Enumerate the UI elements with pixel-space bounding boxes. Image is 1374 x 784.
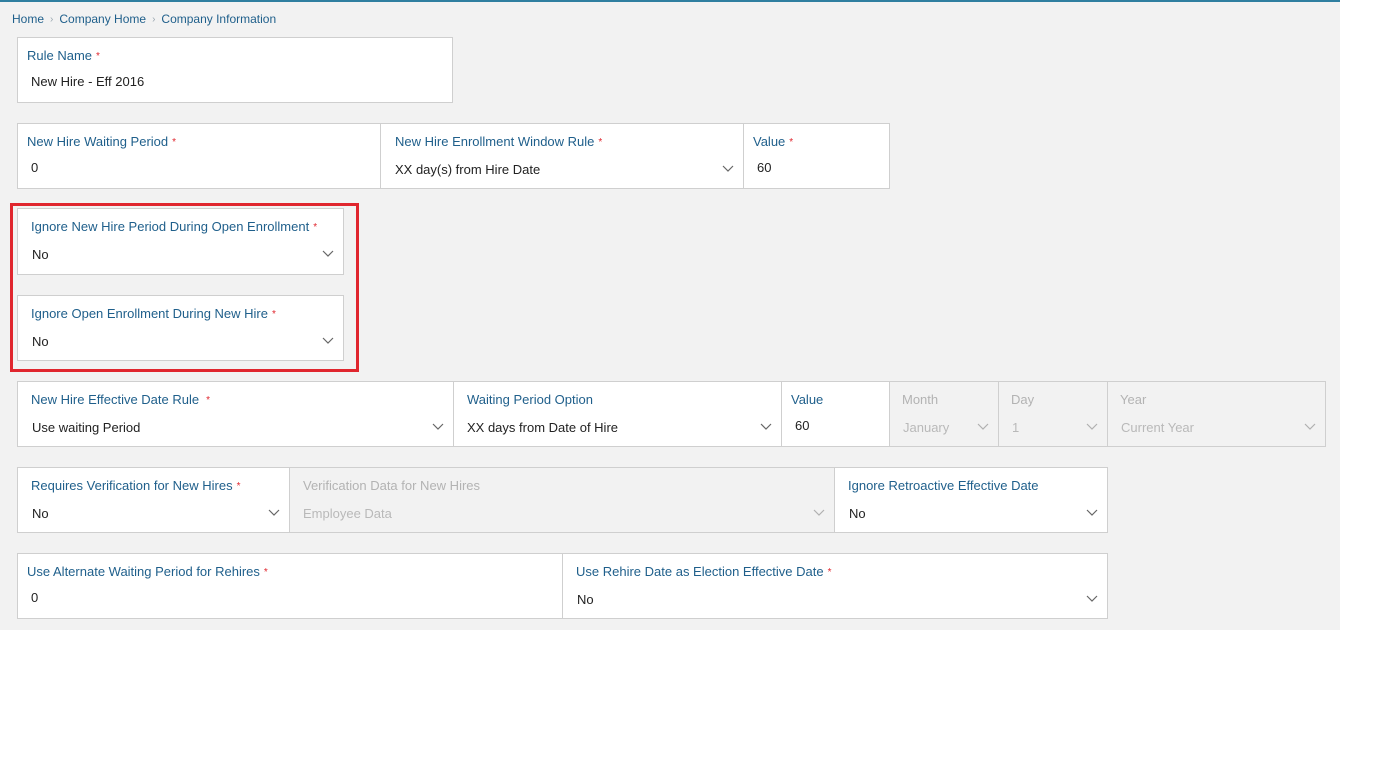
required-marker: * xyxy=(789,137,794,148)
new-hire-waiting-period-label: New Hire Waiting Period * xyxy=(27,134,177,149)
breadcrumb-company-information[interactable]: Company Information xyxy=(161,12,276,26)
enrollment-window-rule-value: XX day(s) from Hire Date xyxy=(395,162,541,177)
chevron-down-icon xyxy=(977,423,989,430)
chevron-down-icon[interactable] xyxy=(1086,595,1098,603)
month-label: Month xyxy=(902,392,939,407)
alt-waiting-rehires-field[interactable]: Use Alternate Waiting Period for Rehires… xyxy=(17,553,563,619)
day-value: 1 xyxy=(1012,420,1020,435)
required-marker: * xyxy=(598,137,603,148)
effective-date-rule-label: New Hire Effective Date Rule * xyxy=(31,392,211,407)
chevron-down-icon[interactable] xyxy=(432,423,444,431)
rule-name-label: Rule Name * xyxy=(27,48,100,63)
alt-waiting-rehires-label: Use Alternate Waiting Period for Rehires… xyxy=(27,564,268,579)
requires-verification-value: No xyxy=(32,506,49,521)
year-select: Year Current Year xyxy=(1107,381,1326,447)
chevron-down-icon xyxy=(1086,423,1098,430)
enrollment-window-rule-label: New Hire Enrollment Window Rule * xyxy=(395,134,603,149)
breadcrumb-separator-icon: › xyxy=(50,13,54,25)
breadcrumb-home[interactable]: Home xyxy=(12,12,44,26)
requires-verification-label: Requires Verification for New Hires * xyxy=(31,478,241,493)
alt-waiting-rehires-input[interactable]: 0 xyxy=(31,590,38,605)
effective-date-rule-value: Use waiting Period xyxy=(32,420,141,435)
chevron-down-icon[interactable] xyxy=(760,423,772,431)
required-marker: * xyxy=(96,51,100,62)
ignore-retroactive-label: Ignore Retroactive Effective Date xyxy=(848,478,1039,493)
waiting-period-option-value: XX days from Date of Hire xyxy=(467,420,618,435)
rule-name-field[interactable]: Rule Name * New Hire - Eff 2016 xyxy=(17,37,453,103)
effective-date-rule-select[interactable]: New Hire Effective Date Rule * Use waitin… xyxy=(17,381,454,447)
form-panel: Home › Company Home › Company Informatio… xyxy=(0,0,1340,630)
day-label: Day xyxy=(1011,392,1035,407)
highlight-annotation-box xyxy=(10,203,359,372)
ignore-retroactive-select[interactable]: Ignore Retroactive Effective Date No xyxy=(834,467,1108,533)
rehire-date-election-value: No xyxy=(577,592,594,607)
year-value: Current Year xyxy=(1121,420,1194,435)
verification-data-label: Verification Data for New Hires xyxy=(303,478,481,493)
required-marker: * xyxy=(206,395,211,406)
month-select: Month January xyxy=(889,381,999,447)
verification-data-value: Employee Data xyxy=(303,506,392,521)
enrollment-window-value-field[interactable]: Value * 60 xyxy=(743,123,890,189)
waiting-period-option-select[interactable]: Waiting Period Option XX days from Date … xyxy=(453,381,782,447)
breadcrumb: Home › Company Home › Company Informatio… xyxy=(12,12,276,26)
enrollment-window-value-label: Value * xyxy=(753,134,794,149)
waiting-period-value-field[interactable]: Value 60 xyxy=(781,381,890,447)
ignore-retroactive-value: No xyxy=(849,506,866,521)
required-marker: * xyxy=(263,567,268,578)
breadcrumb-separator-icon: › xyxy=(152,13,156,25)
chevron-down-icon xyxy=(1304,423,1316,430)
day-select: Day 1 xyxy=(998,381,1108,447)
month-value: January xyxy=(903,420,950,435)
chevron-down-icon[interactable] xyxy=(1086,509,1098,517)
enrollment-window-value-input[interactable]: 60 xyxy=(757,160,771,175)
waiting-period-value-label: Value xyxy=(791,392,824,407)
requires-verification-select[interactable]: Requires Verification for New Hires * No xyxy=(17,467,290,533)
new-hire-waiting-period-input[interactable]: 0 xyxy=(31,160,38,175)
required-marker: * xyxy=(827,567,832,578)
waiting-period-value-input[interactable]: 60 xyxy=(795,418,809,433)
rehire-date-election-select[interactable]: Use Rehire Date as Election Effective Da… xyxy=(562,553,1108,619)
chevron-down-icon xyxy=(813,509,825,516)
required-marker: * xyxy=(236,481,241,492)
waiting-period-option-label: Waiting Period Option xyxy=(467,392,593,407)
enrollment-window-rule-select[interactable]: New Hire Enrollment Window Rule * XX day(… xyxy=(380,123,744,189)
chevron-down-icon[interactable] xyxy=(268,509,280,517)
year-label: Year xyxy=(1120,392,1147,407)
chevron-down-icon[interactable] xyxy=(722,165,734,173)
breadcrumb-company-home[interactable]: Company Home xyxy=(59,12,146,26)
required-marker: * xyxy=(172,137,177,148)
new-hire-waiting-period-field[interactable]: New Hire Waiting Period * 0 xyxy=(17,123,381,189)
verification-data-select: Verification Data for New Hires Employee… xyxy=(289,467,835,533)
rule-name-input[interactable]: New Hire - Eff 2016 xyxy=(31,74,144,89)
rehire-date-election-label: Use Rehire Date as Election Effective Da… xyxy=(576,564,832,579)
